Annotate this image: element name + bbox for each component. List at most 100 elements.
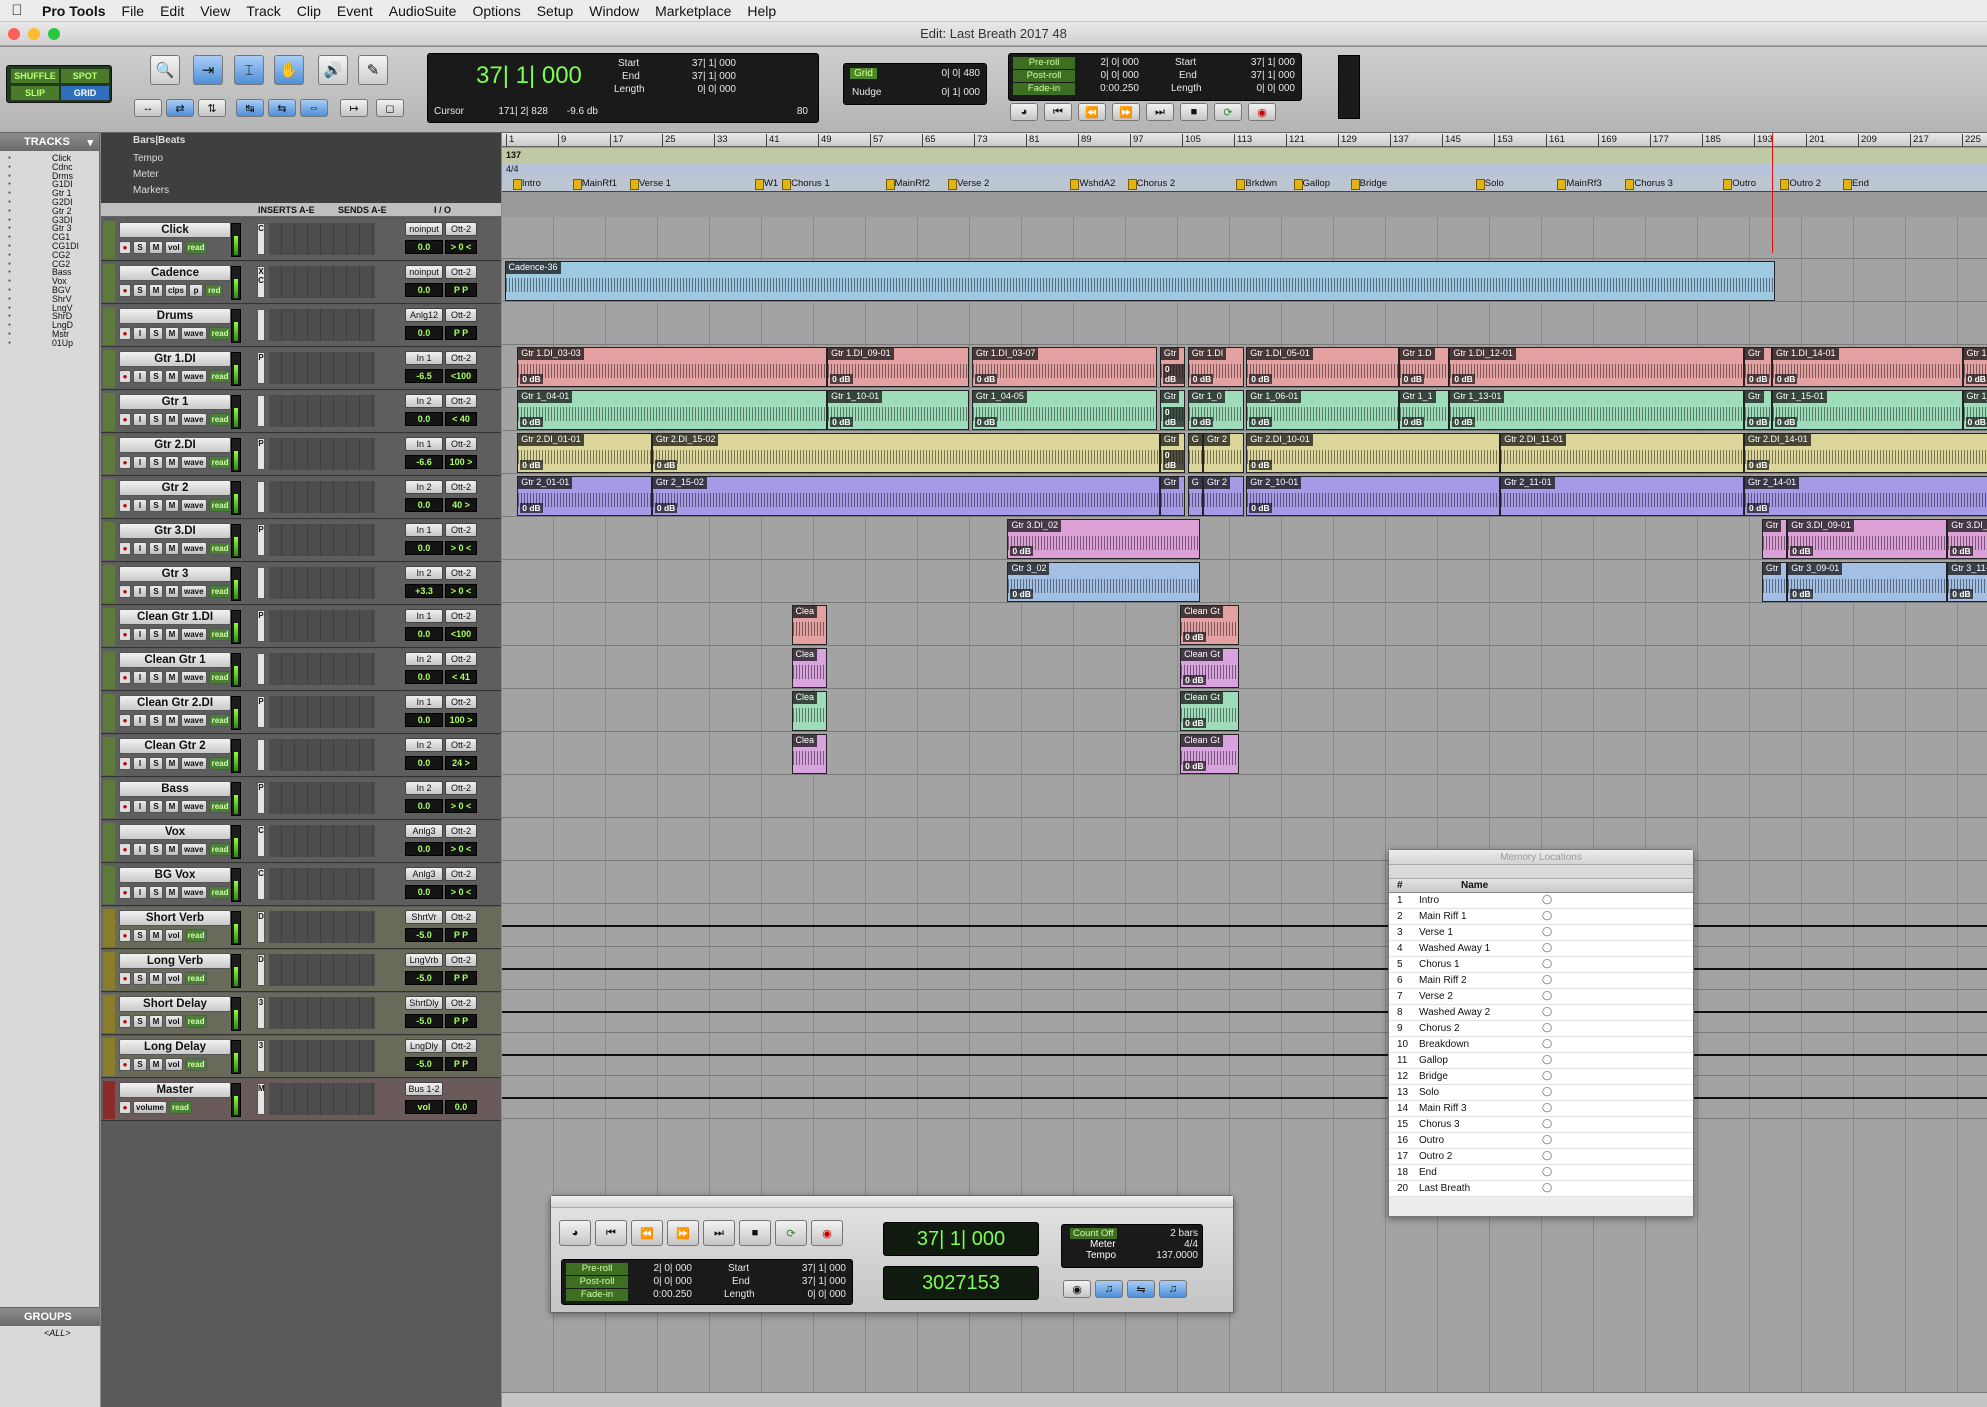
clip-gain[interactable]: 0 dB [1162, 450, 1185, 470]
track-ctl-m[interactable]: M [165, 886, 179, 899]
track-name[interactable]: Short Verb [119, 910, 231, 926]
memory-location-row[interactable]: 11 Gallop ◯ [1389, 1053, 1693, 1069]
track-color-strip[interactable] [103, 651, 115, 689]
audio-clip[interactable]: Gtr 0 dB [1159, 433, 1186, 473]
ruler-meter[interactable]: Meter [133, 169, 159, 180]
tracklist-item[interactable]: Gtr 1 [0, 189, 99, 198]
insert-send-slots[interactable] [269, 352, 375, 384]
audio-clip[interactable]: Gtr 2_11-01 [1500, 476, 1745, 516]
memory-location-row[interactable]: 10 Breakdown ◯ [1389, 1037, 1693, 1053]
insert-indicator[interactable]: C [257, 223, 265, 255]
record-enable-icon[interactable]: ● [119, 671, 131, 684]
track-ctl-m[interactable]: M [165, 542, 179, 555]
horizontal-scrollbar[interactable] [502, 1392, 1987, 1407]
tr-postroll-label[interactable]: Post-roll [566, 1276, 628, 1288]
track-input[interactable]: In 2 [405, 394, 443, 408]
track-ctl-read[interactable]: read [184, 972, 208, 985]
track-ctl-read[interactable]: read [208, 413, 232, 426]
volume-automation-line[interactable] [502, 1054, 1987, 1056]
menu-edit[interactable]: Edit [152, 3, 192, 19]
tracklist-item[interactable]: BGV [0, 286, 99, 295]
menu-marketplace[interactable]: Marketplace [647, 3, 739, 19]
audio-clip[interactable]: Gtr 2_01-01 0 dB [517, 476, 652, 516]
insert-send-slots[interactable] [269, 997, 375, 1029]
track-ctl-read[interactable]: read [208, 499, 232, 512]
transport-stop-icon[interactable]: ■ [739, 1220, 771, 1246]
audio-clip[interactable]: Gtr [1761, 562, 1788, 602]
sel-length-value[interactable]: 0| 0| 000 [676, 84, 736, 95]
tracklist-item[interactable]: Click [0, 154, 99, 163]
audio-clip[interactable]: Clea [791, 648, 828, 688]
track-input[interactable]: noinput [405, 222, 443, 236]
audio-clip[interactable]: Gtr 0 dB [1159, 347, 1186, 387]
clip-gain[interactable]: 0 dB [1950, 589, 1973, 599]
memloc-name[interactable]: Outro 2 [1419, 1151, 1452, 1162]
track-output[interactable]: Ott-2 [445, 910, 477, 924]
record-enable-icon[interactable]: ● [119, 714, 131, 727]
insert-send-slots[interactable] [269, 524, 375, 556]
track-ctl-s[interactable]: S [133, 284, 147, 297]
menu-clip[interactable]: Clip [289, 3, 329, 19]
track-output[interactable]: Ott-2 [445, 1039, 477, 1053]
memory-location-row[interactable]: 7 Verse 2 ◯ [1389, 989, 1693, 1005]
track-ctl-s[interactable]: S [149, 499, 163, 512]
audio-clip[interactable]: Gtr [1159, 476, 1186, 516]
marker[interactable]: Verse 1 [629, 178, 671, 190]
tab-to-transient-icon[interactable]: ⇆ [268, 99, 296, 117]
track-ctl-s[interactable]: S [149, 886, 163, 899]
audio-clip[interactable]: Gtr 0 dB [1744, 347, 1772, 387]
track-ctl-wave[interactable]: wave [181, 628, 207, 641]
track-lane[interactable] [502, 1077, 1987, 1119]
insert-indicator[interactable]: P [257, 352, 265, 384]
audio-clip[interactable]: Gtr 2 [1203, 433, 1244, 473]
track-ctl-wave[interactable]: wave [181, 456, 207, 469]
track-ctl-wave[interactable]: wave [181, 843, 207, 856]
clip-gain[interactable]: 0 dB [1162, 407, 1185, 427]
track-output[interactable]: Ott-2 [445, 738, 477, 752]
track-lane[interactable] [502, 862, 1987, 904]
track-volume[interactable]: -6.5 [405, 369, 443, 383]
track-ctl-m[interactable]: M [149, 284, 163, 297]
track-color-strip[interactable] [103, 479, 115, 517]
track-name[interactable]: Cadence [119, 265, 231, 281]
track-ctl-read[interactable]: read [184, 929, 208, 942]
fadein-value[interactable]: 0:00.250 [1077, 83, 1139, 94]
insert-indicator[interactable] [257, 653, 265, 685]
track-ctl-i[interactable]: I [133, 628, 147, 641]
track-volume[interactable]: -5.0 [405, 1057, 443, 1071]
track-pan[interactable]: P P [445, 326, 477, 340]
preroll-label[interactable]: Pre-roll [1013, 57, 1075, 69]
track-color-strip[interactable] [103, 694, 115, 732]
memloc-name[interactable]: Outro [1419, 1135, 1444, 1146]
track-volume[interactable]: 0.0 [405, 412, 443, 426]
insert-indicator[interactable]: P [257, 524, 265, 556]
insert-indicator[interactable]: 3 [257, 1040, 265, 1072]
track-output[interactable]: Ott-2 [445, 695, 477, 709]
track-volume[interactable]: vol [405, 1100, 443, 1114]
transport-record-icon[interactable]: ◉ [811, 1220, 843, 1246]
insert-send-slots[interactable] [269, 653, 375, 685]
track-input[interactable]: noinput [405, 265, 443, 279]
audio-clip[interactable]: Gtr 2.DI_01-01 0 dB [517, 433, 652, 473]
memloc-name[interactable]: Verse 1 [1419, 927, 1453, 938]
track-ctl-wave[interactable]: wave [181, 499, 207, 512]
meter-marker[interactable]: 4/4 [506, 164, 519, 174]
zoom-tool-icon[interactable]: 🔍 [150, 55, 180, 85]
tracklist-item[interactable]: Mstr [0, 330, 99, 339]
track-ctl-s[interactable]: S [149, 843, 163, 856]
count-off-button[interactable]: Count Off [1070, 1228, 1117, 1239]
track-name[interactable]: Click [119, 222, 231, 238]
tracklist-item[interactable]: Drms [0, 171, 99, 181]
track-color-strip[interactable] [103, 780, 115, 818]
track-ctl-vol[interactable]: vol [165, 241, 183, 254]
memloc-name[interactable]: Washed Away 2 [1419, 1007, 1490, 1018]
track-name[interactable]: Gtr 3 [119, 566, 231, 582]
track-ctl-s[interactable]: S [149, 370, 163, 383]
track-output[interactable]: Ott-2 [445, 996, 477, 1010]
track-ctl-i[interactable]: I [133, 886, 147, 899]
menu-help[interactable]: Help [739, 3, 784, 19]
minimize-window-icon[interactable] [28, 28, 40, 40]
insert-send-slots[interactable] [269, 911, 375, 943]
track-name[interactable]: Clean Gtr 1.DI [119, 609, 231, 625]
track-color-strip[interactable] [103, 1081, 115, 1119]
